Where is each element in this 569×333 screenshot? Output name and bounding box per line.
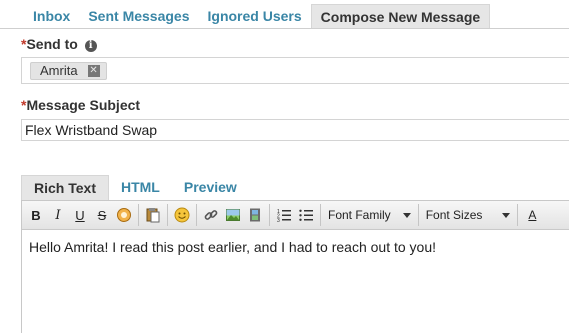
chevron-down-icon bbox=[502, 212, 511, 218]
italic-icon: I bbox=[55, 207, 61, 223]
film-icon bbox=[250, 208, 260, 222]
svg-text:3: 3 bbox=[277, 218, 280, 223]
eraser-icon bbox=[117, 208, 131, 222]
tab-ignored-users[interactable]: Ignored Users bbox=[199, 4, 311, 28]
bold-button[interactable]: B bbox=[25, 204, 47, 226]
recipient-chip: Amrita ✕ bbox=[30, 62, 107, 80]
subject-label: *Message Subject bbox=[21, 97, 140, 113]
message-body[interactable]: Hello Amrita! I read this post earlier, … bbox=[29, 239, 436, 255]
toolbar-separator bbox=[167, 204, 168, 226]
send-to-label-text: Send to bbox=[26, 36, 78, 52]
message-editor: B I U S 123 Font Family Font Sizes A Hel… bbox=[21, 200, 569, 333]
image-button[interactable] bbox=[222, 204, 244, 226]
emoticon-button[interactable] bbox=[171, 204, 193, 226]
tab-sent-messages[interactable]: Sent Messages bbox=[79, 4, 198, 28]
text-color-button[interactable]: A bbox=[521, 204, 543, 226]
link-button[interactable] bbox=[200, 204, 222, 226]
bullet-list-icon bbox=[299, 209, 313, 221]
tab-inbox[interactable]: Inbox bbox=[24, 4, 79, 28]
smiley-icon bbox=[174, 207, 190, 223]
toolbar-separator bbox=[269, 204, 270, 226]
editor-mode-tabs: Rich Text HTML Preview bbox=[21, 175, 249, 200]
tab-html[interactable]: HTML bbox=[109, 175, 172, 200]
toolbar-separator bbox=[138, 204, 139, 226]
recipient-name: Amrita bbox=[40, 63, 78, 78]
text-color-icon: A bbox=[528, 208, 537, 222]
clear-format-button[interactable] bbox=[113, 204, 135, 226]
font-size-select[interactable]: Font Sizes bbox=[422, 204, 515, 226]
tab-compose-new-message[interactable]: Compose New Message bbox=[310, 4, 491, 28]
bold-icon: B bbox=[31, 207, 41, 223]
tabs-divider bbox=[0, 28, 569, 29]
chevron-down-icon bbox=[402, 212, 411, 218]
toolbar-separator bbox=[196, 204, 197, 226]
info-icon[interactable]: i bbox=[84, 40, 97, 52]
numbered-list-button[interactable]: 123 bbox=[273, 204, 295, 226]
tab-rich-text[interactable]: Rich Text bbox=[21, 175, 109, 200]
editor-toolbar: B I U S 123 Font Family Font Sizes A bbox=[22, 201, 569, 230]
toolbar-separator bbox=[417, 204, 419, 226]
video-button[interactable] bbox=[244, 204, 266, 226]
tab-preview[interactable]: Preview bbox=[172, 175, 249, 200]
font-family-select[interactable]: Font Family bbox=[324, 204, 415, 226]
clipboard-icon bbox=[146, 208, 160, 223]
strikethrough-button[interactable]: S bbox=[91, 204, 113, 226]
send-to-label: *Send to i bbox=[21, 36, 97, 52]
paste-button[interactable] bbox=[142, 204, 164, 226]
font-family-label: Font Family bbox=[328, 208, 391, 222]
image-icon bbox=[226, 209, 240, 221]
link-icon bbox=[204, 210, 218, 220]
bullet-list-button[interactable] bbox=[295, 204, 317, 226]
italic-button[interactable]: I bbox=[47, 204, 69, 226]
toolbar-separator bbox=[320, 204, 321, 226]
toolbar-separator bbox=[517, 204, 519, 226]
numbered-list-icon: 123 bbox=[277, 209, 291, 223]
message-tabs: Inbox Sent Messages Ignored Users Compos… bbox=[24, 4, 491, 28]
remove-recipient-icon[interactable]: ✕ bbox=[87, 65, 100, 77]
font-size-label: Font Sizes bbox=[425, 208, 483, 222]
subject-label-text: Message Subject bbox=[26, 97, 141, 113]
underline-icon: U bbox=[75, 207, 85, 223]
subject-input[interactable]: Flex Wristband Swap bbox=[21, 119, 569, 141]
strikethrough-icon: S bbox=[97, 207, 107, 223]
underline-button[interactable]: U bbox=[69, 204, 91, 226]
recipient-input[interactable]: Amrita ✕ bbox=[21, 57, 569, 84]
